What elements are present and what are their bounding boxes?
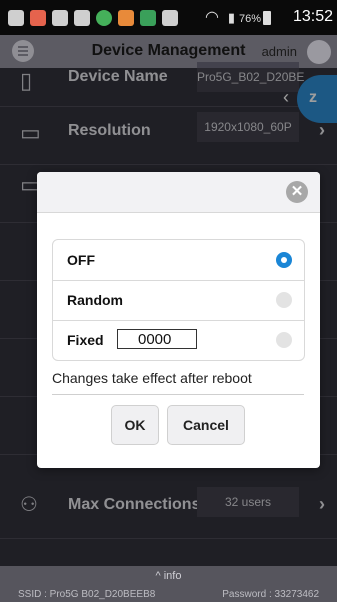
radio-selected[interactable] <box>276 252 292 268</box>
ok-button[interactable]: OK <box>111 405 159 445</box>
option-off[interactable]: OFF <box>53 240 304 281</box>
reboot-note: Changes take effect after reboot <box>52 370 252 386</box>
info-toggle[interactable]: ^ info <box>0 570 337 582</box>
divider <box>52 394 304 395</box>
bottom-info-bar: ^ info SSID : Pro5G B02_D20BEEB8 Passwor… <box>0 566 337 602</box>
app-icon <box>140 10 156 26</box>
app-icon <box>74 10 90 26</box>
option-label: Random <box>67 292 123 308</box>
battery-icon <box>263 11 271 25</box>
battery-percent: 76% <box>238 13 261 25</box>
option-list: OFF Random Fixed <box>52 239 305 361</box>
notification-icon <box>8 10 24 26</box>
app-icon <box>96 10 112 26</box>
password-text: Password : 33273462 <box>222 589 319 600</box>
option-label: OFF <box>67 252 95 268</box>
options-dialog: ✕ OFF Random Fixed Changes take effect a… <box>37 172 320 468</box>
signal-icon: ▮ <box>227 10 235 25</box>
status-bar: ◠ ▮ 76% 13:52 <box>0 0 337 35</box>
app-icon <box>52 10 68 26</box>
app-icon <box>118 10 134 26</box>
radio-unselected[interactable] <box>276 332 292 348</box>
radio-unselected[interactable] <box>276 292 292 308</box>
ssid-text: SSID : Pro5G B02_D20BEEB8 <box>18 589 156 600</box>
option-fixed[interactable]: Fixed <box>53 320 304 360</box>
option-random[interactable]: Random <box>53 280 304 321</box>
close-icon[interactable]: ✕ <box>286 181 308 203</box>
option-label: Fixed <box>67 332 104 348</box>
clock: 13:52 <box>292 8 333 25</box>
dialog-header: ✕ <box>37 172 320 213</box>
cancel-button[interactable]: Cancel <box>167 405 245 445</box>
wifi-icon: ◠ <box>205 9 219 26</box>
fixed-value-input[interactable] <box>117 329 197 349</box>
app-icon <box>162 10 178 26</box>
app-icon <box>30 10 46 26</box>
